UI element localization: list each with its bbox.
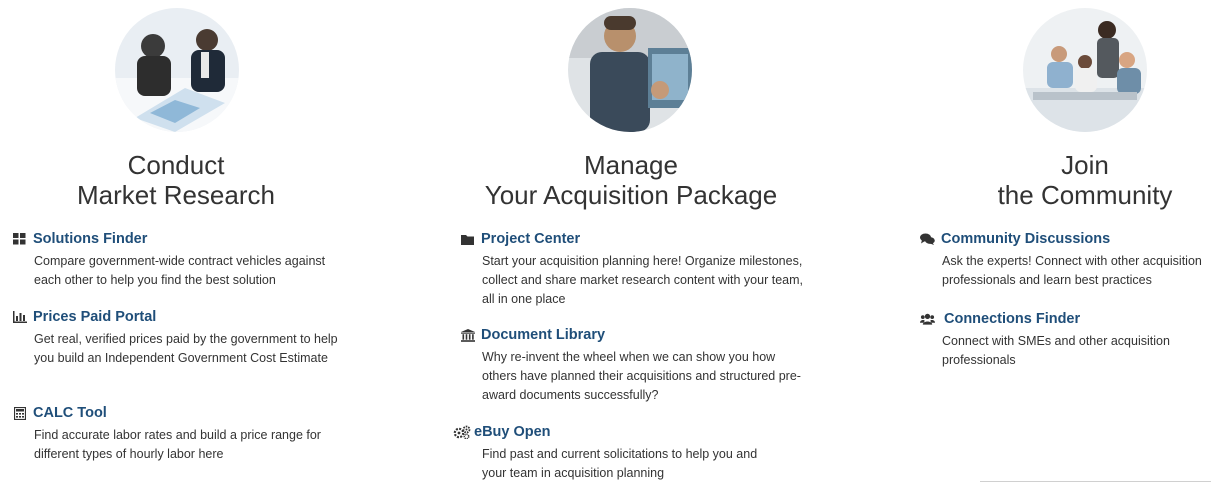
heading-line-2: Market Research — [77, 180, 275, 210]
ebuy-open-item: eBuy Open Find past and current solicita… — [452, 423, 782, 483]
market-research-heading: Conduct Market Research — [0, 150, 352, 210]
prices-paid-portal-item: Prices Paid Portal Get real, verified pr… — [12, 308, 344, 368]
item-title: Project Center — [481, 231, 581, 247]
item-description: Why re-invent the wheel when we can show… — [482, 350, 801, 402]
item-description: Find past and current solicitations to h… — [482, 447, 758, 480]
item-description: Compare government-wide contract vehicle… — [34, 254, 326, 287]
item-description: Ask the experts! Connect with other acqu… — [942, 254, 1202, 287]
market-research-column: Conduct Market Research Solutions Finder… — [0, 0, 360, 483]
solutions-finder-item: Solutions Finder Compare government-wide… — [12, 230, 354, 290]
connections-finder-link[interactable]: Connections Finder — [920, 310, 1202, 328]
item-title: Document Library — [481, 327, 606, 343]
heading-line-1: Manage — [584, 150, 678, 180]
community-column: Join the Community Community Discussions… — [905, 0, 1211, 483]
item-title: eBuy Open — [474, 424, 551, 440]
prices-paid-portal-link[interactable]: Prices Paid Portal — [12, 308, 344, 326]
item-description: Start your acquisition planning here! Or… — [482, 254, 803, 306]
item-description: Find accurate labor rates and build a pr… — [34, 428, 321, 461]
community-discussions-link[interactable]: Community Discussions — [920, 230, 1211, 248]
users-icon — [920, 312, 935, 326]
item-title: CALC Tool — [33, 405, 107, 421]
item-title: Community Discussions — [941, 231, 1111, 247]
heading-line-2: Your Acquisition Package — [484, 180, 778, 210]
acquisition-package-column: Manage Your Acquisition Package Project … — [440, 0, 830, 483]
connections-finder-item: Connections Finder Connect with SMEs and… — [920, 310, 1202, 370]
document-library-link[interactable]: Document Library — [460, 326, 802, 344]
project-center-link[interactable]: Project Center — [460, 230, 812, 248]
document-library-item: Document Library Why re-invent the wheel… — [460, 326, 802, 405]
calc-tool-link[interactable]: CALC Tool — [12, 404, 344, 422]
project-center-item: Project Center Start your acquisition pl… — [460, 230, 812, 309]
divider — [980, 481, 1211, 482]
ebuy-open-link[interactable]: eBuy Open — [452, 423, 782, 441]
community-photo — [1023, 8, 1147, 132]
chat-bubbles-icon — [920, 232, 935, 246]
calc-tool-item: CALC Tool Find accurate labor rates and … — [12, 404, 344, 464]
solutions-finder-link[interactable]: Solutions Finder — [12, 230, 354, 248]
item-description: Connect with SMEs and other acquisition … — [942, 334, 1170, 367]
community-discussions-item: Community Discussions Ask the experts! C… — [920, 230, 1211, 290]
grid-icon — [12, 232, 27, 246]
library-icon — [460, 328, 475, 342]
item-title: Connections Finder — [944, 311, 1081, 327]
gears-icon — [452, 425, 472, 439]
community-heading: Join the Community — [905, 150, 1211, 210]
item-title: Prices Paid Portal — [33, 309, 157, 325]
heading-line-1: Join — [1061, 150, 1109, 180]
item-description: Get real, verified prices paid by the go… — [34, 332, 338, 365]
folder-icon — [460, 232, 475, 246]
item-title: Solutions Finder — [33, 231, 148, 247]
market-research-photo — [115, 8, 239, 132]
calculator-icon — [12, 406, 27, 420]
bar-chart-icon — [12, 310, 27, 324]
heading-line-1: Conduct — [127, 150, 225, 180]
acquisition-package-heading: Manage Your Acquisition Package — [440, 150, 822, 210]
heading-line-2: the Community — [997, 180, 1173, 210]
acquisition-package-photo — [568, 8, 692, 132]
